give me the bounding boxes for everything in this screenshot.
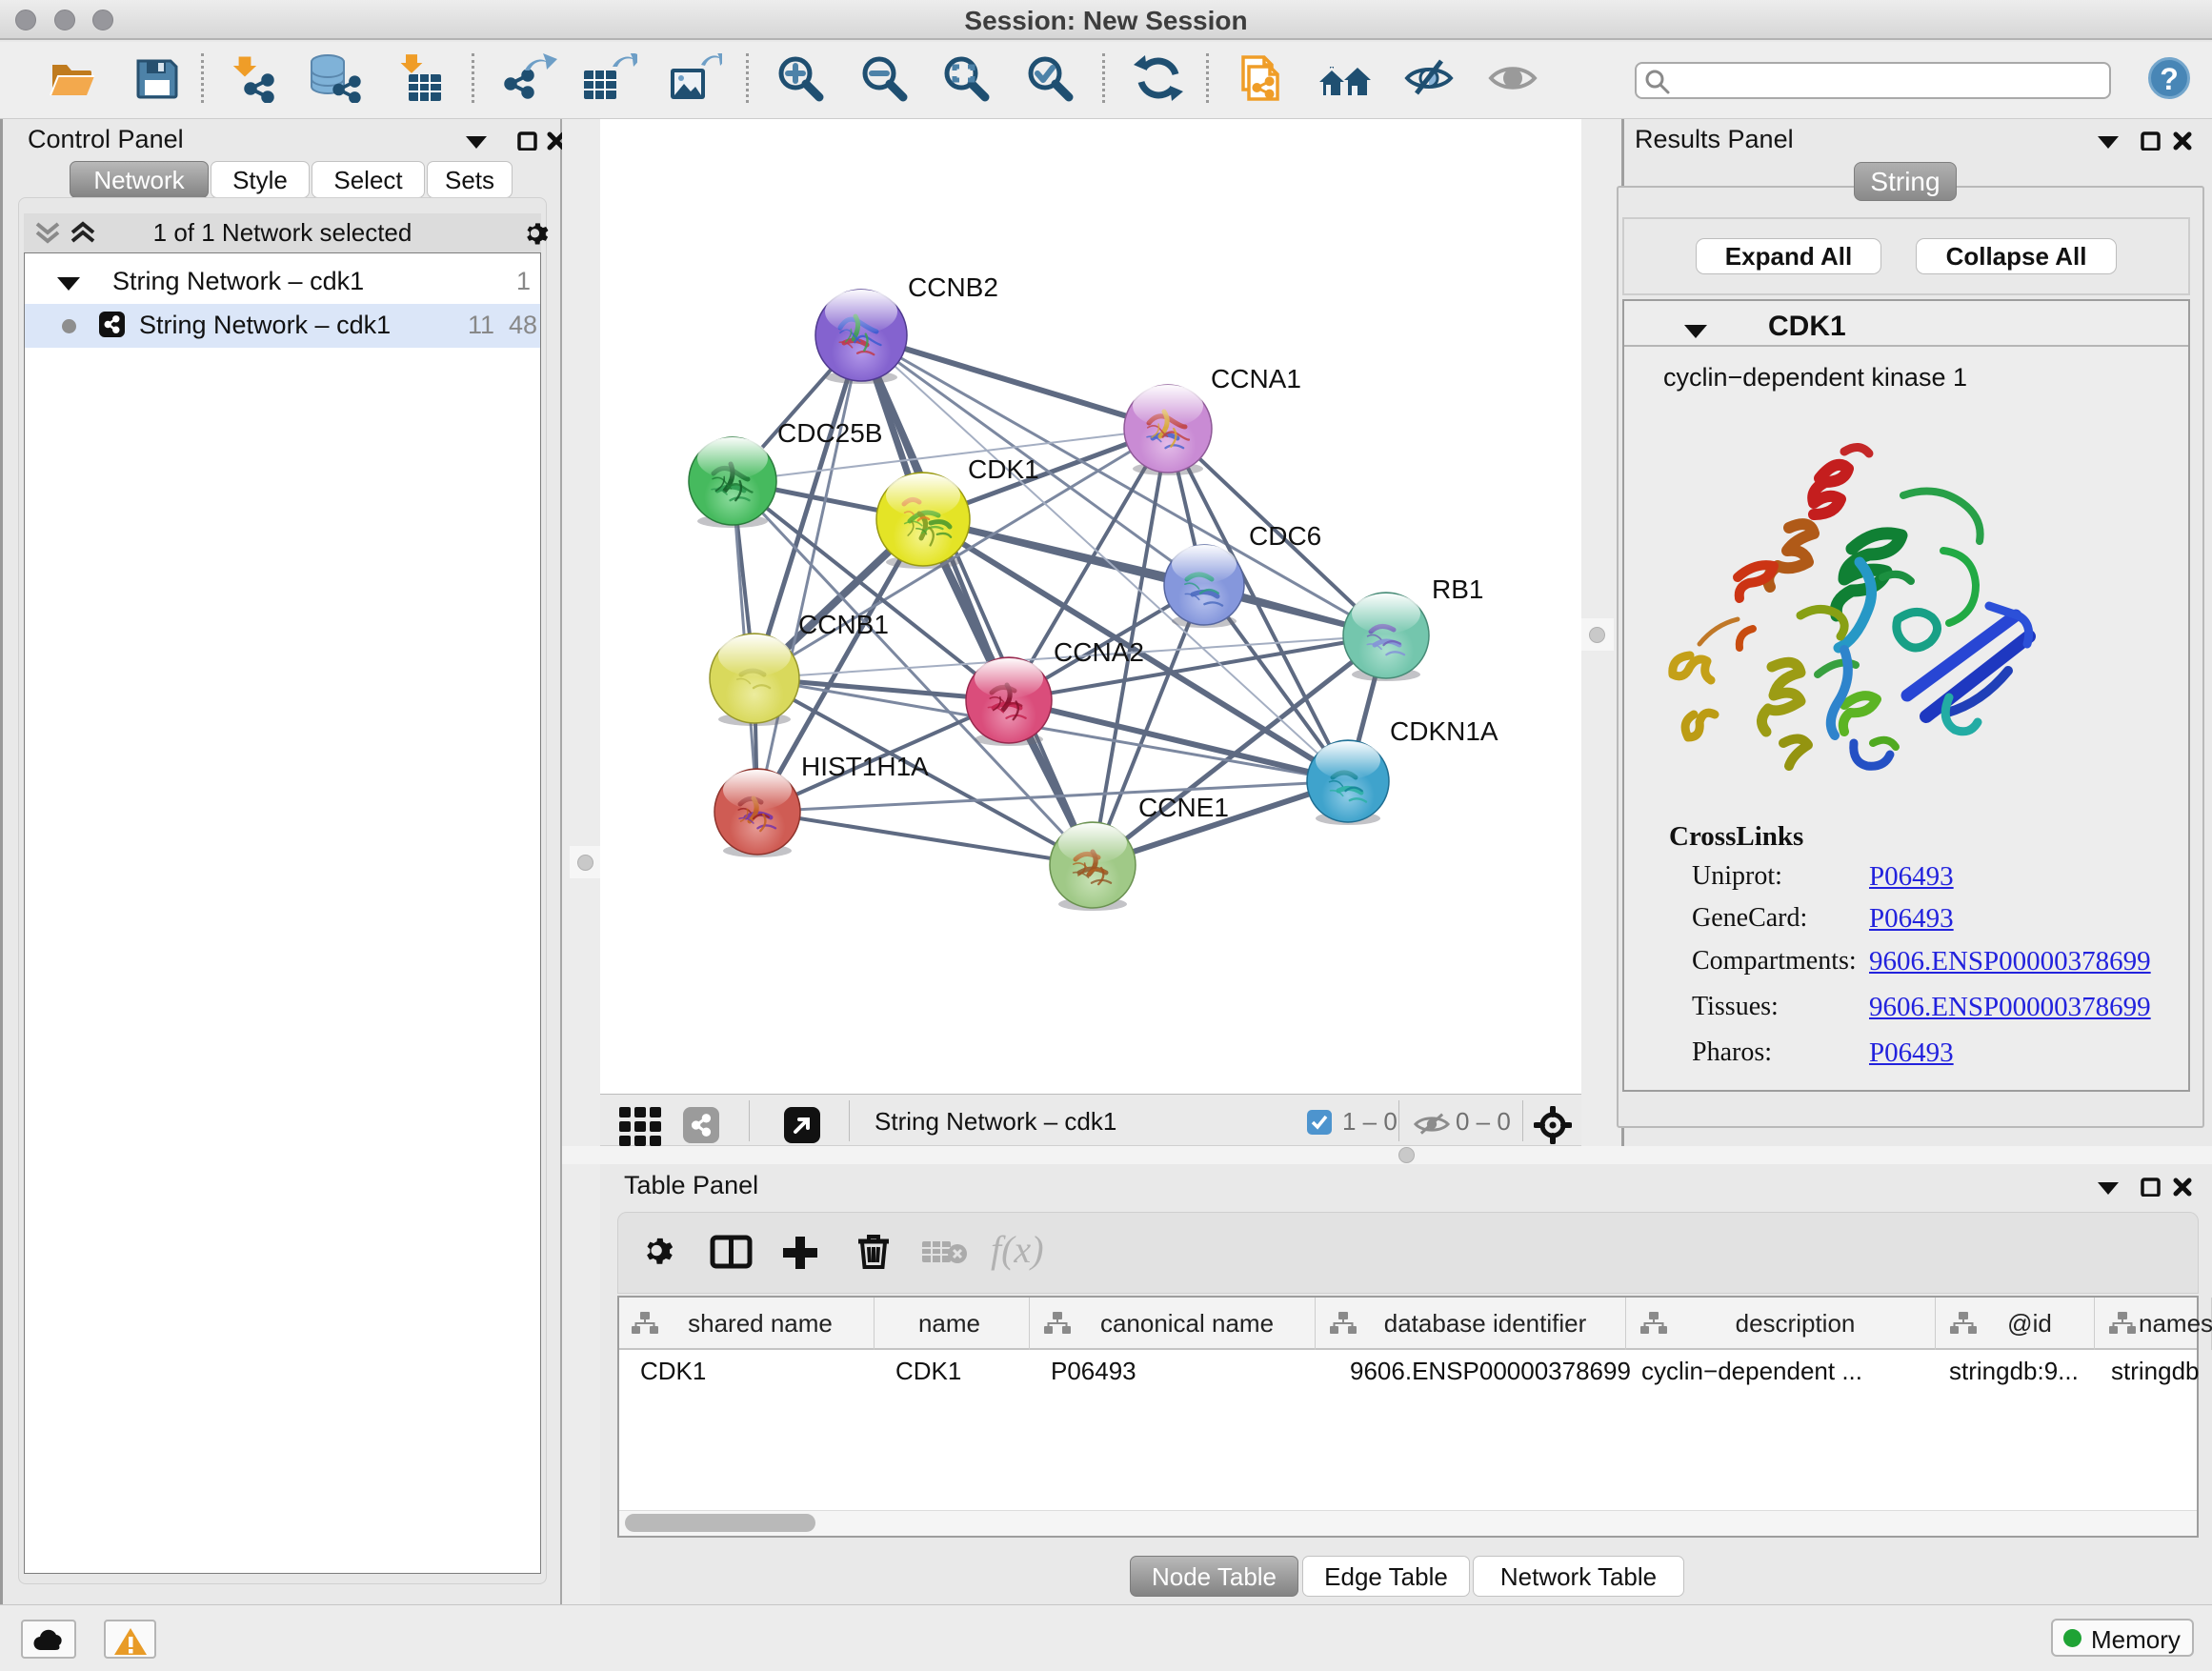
svg-text:CDK1: CDK1 <box>968 454 1039 484</box>
svg-text:HIST1H1A: HIST1H1A <box>801 752 929 781</box>
svg-text:CDC6: CDC6 <box>1249 521 1321 551</box>
svg-text:CCNA1: CCNA1 <box>1211 364 1301 393</box>
svg-text:CDKN1A: CDKN1A <box>1390 716 1498 746</box>
svg-text:CCNB1: CCNB1 <box>798 610 889 639</box>
svg-text:CCNA2: CCNA2 <box>1054 637 1144 667</box>
svg-text:CDC25B: CDC25B <box>777 418 882 448</box>
svg-text:RB1: RB1 <box>1432 574 1483 604</box>
svg-text:CCNE1: CCNE1 <box>1138 793 1229 822</box>
svg-text:CCNB2: CCNB2 <box>908 272 998 302</box>
